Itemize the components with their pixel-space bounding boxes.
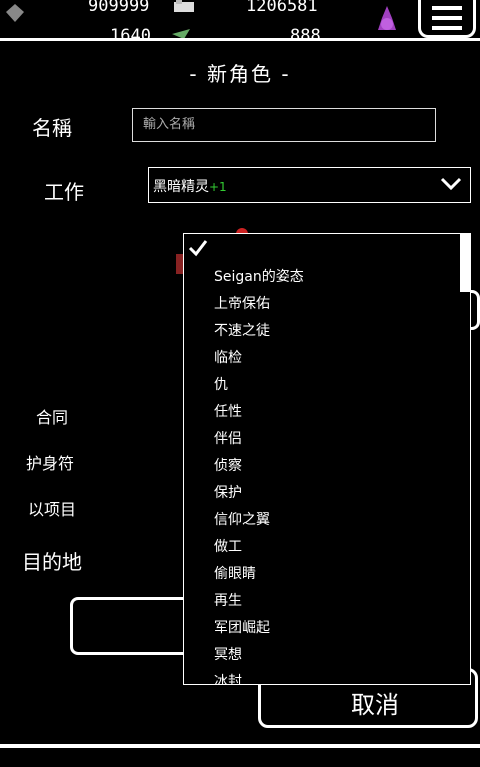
name-field[interactable]: 輸入名稱 — [132, 108, 436, 142]
dropdown-option[interactable]: 信仰之翼 — [214, 511, 304, 538]
checkmark-icon — [188, 240, 208, 257]
dropdown-option[interactable]: 伴侣 — [214, 430, 304, 457]
hamburger-icon-bar — [432, 16, 462, 20]
name-label: 名稱 — [32, 116, 72, 140]
soul-count: 1206581 — [246, 0, 318, 16]
gold-count: 909999 — [88, 0, 150, 16]
item-label: 以项目 — [28, 500, 77, 519]
destination-label: 目的地 — [22, 550, 82, 574]
job-select[interactable]: 黑暗精灵+1 — [148, 167, 471, 203]
dropdown-options: Seigan的姿态 上帝保佑 不速之徒 临检仇任性 伴侣 侦察 保护 信仰之翼 做工 偷眼睛 再生军… — [214, 268, 304, 684]
dropdown-option[interactable]: 侦察 — [214, 457, 304, 484]
hamburger-icon-bar — [432, 26, 462, 30]
dropdown-option[interactable]: 临检 — [214, 349, 304, 376]
job-dropdown[interactable]: Seigan的姿态 上帝保佑 不速之徒 临检仇任性 伴侣 侦察 保护 信仰之翼 做工 偷眼睛 再生军… — [183, 233, 471, 685]
background-button[interactable] — [70, 597, 200, 655]
resource-bar: 909999 1206581 1640 888 — [0, 0, 480, 38]
gem-icon — [4, 2, 26, 24]
hamburger-icon — [432, 6, 462, 10]
potion-icon — [374, 4, 396, 30]
dropdown-option[interactable]: 冥想 — [214, 646, 304, 673]
energy-count: 888 — [290, 26, 321, 38]
leaf-icon — [170, 26, 192, 38]
job-bonus: +1 — [209, 180, 227, 194]
dropdown-option[interactable]: 上帝保佑 — [214, 295, 304, 322]
menu-button[interactable] — [418, 0, 476, 38]
dropdown-option[interactable]: 不速之徒 — [214, 322, 304, 349]
job-select-value: 黑暗精灵+1 — [153, 179, 227, 195]
dropdown-option[interactable]: 保护 — [214, 484, 304, 511]
dropdown-option[interactable]: 偷眼睛 — [214, 565, 304, 592]
page-title: - 新角色 - — [189, 62, 291, 86]
dropdown-option[interactable]: 冰封 — [214, 673, 304, 684]
dropdown-option[interactable]: 做工 — [214, 538, 304, 565]
amulet-label: 护身符 — [26, 454, 75, 473]
cancel-button-label: 取消 — [351, 691, 399, 719]
dropdown-option[interactable]: 军团崛起 — [214, 619, 304, 646]
chevron-down-icon — [440, 177, 462, 191]
bottom-divider — [0, 744, 480, 748]
dropdown-option[interactable]: 仇 — [214, 376, 304, 403]
hand-icon — [172, 0, 194, 20]
job-label: 工作 — [44, 180, 84, 204]
dropdown-option[interactable]: 再生 — [214, 592, 304, 619]
dropdown-option[interactable]: 任性 — [214, 403, 304, 430]
scrollbar-thumb[interactable] — [460, 234, 470, 292]
dropdown-option[interactable]: Seigan的姿态 — [214, 268, 304, 295]
contract-label: 合同 — [36, 408, 69, 427]
top-divider — [0, 38, 480, 41]
mana-count: 1640 — [110, 26, 151, 38]
